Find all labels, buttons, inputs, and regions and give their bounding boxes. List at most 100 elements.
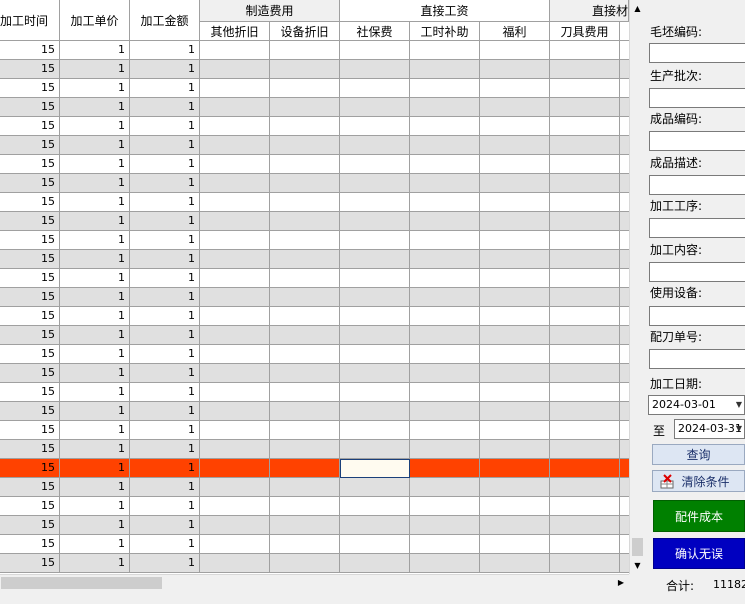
table-cell[interactable]: 15 <box>0 459 60 478</box>
table-row[interactable]: 15 1 1 <box>0 212 629 231</box>
table-cell[interactable] <box>550 345 620 364</box>
process-input[interactable] <box>649 218 745 238</box>
table-cell[interactable]: 1 <box>130 250 200 269</box>
table-cell[interactable] <box>480 497 550 516</box>
table-cell[interactable] <box>340 440 410 459</box>
table-cell[interactable] <box>620 174 629 193</box>
table-cell[interactable] <box>200 193 270 212</box>
table-cell[interactable] <box>480 117 550 136</box>
table-cell[interactable] <box>270 516 340 535</box>
table-cell[interactable] <box>620 155 629 174</box>
table-cell[interactable] <box>270 193 340 212</box>
table-cell[interactable] <box>480 345 550 364</box>
table-cell[interactable] <box>550 421 620 440</box>
table-cell[interactable] <box>410 212 480 231</box>
table-cell[interactable] <box>270 60 340 79</box>
table-cell[interactable]: 1 <box>130 383 200 402</box>
table-cell[interactable] <box>480 326 550 345</box>
table-cell[interactable]: 15 <box>0 60 60 79</box>
table-cell[interactable]: 15 <box>0 497 60 516</box>
table-cell[interactable] <box>340 250 410 269</box>
table-cell[interactable] <box>270 440 340 459</box>
table-cell[interactable] <box>550 231 620 250</box>
table-cell[interactable]: 1 <box>60 193 130 212</box>
table-row[interactable]: 15 1 1 <box>0 60 629 79</box>
table-cell[interactable] <box>480 421 550 440</box>
table-cell[interactable] <box>340 288 410 307</box>
table-cell[interactable]: 1 <box>130 307 200 326</box>
table-cell[interactable]: 1 <box>60 364 130 383</box>
data-grid[interactable]: 加工时间 加工单价 加工金额 制造费用 直接工资 直接材 其他折旧 设备折旧 社… <box>0 0 629 574</box>
product-desc-input[interactable] <box>649 175 745 195</box>
scroll-right-icon[interactable]: ▶ <box>613 575 629 590</box>
table-cell[interactable] <box>200 41 270 60</box>
table-cell[interactable] <box>620 364 629 383</box>
table-cell[interactable] <box>340 516 410 535</box>
table-row[interactable]: 15 1 1 <box>0 79 629 98</box>
table-cell[interactable]: 1 <box>130 269 200 288</box>
table-cell[interactable] <box>410 41 480 60</box>
table-cell[interactable]: 15 <box>0 345 60 364</box>
table-cell[interactable] <box>340 117 410 136</box>
table-cell[interactable] <box>550 402 620 421</box>
table-cell[interactable]: 1 <box>60 250 130 269</box>
table-cell[interactable] <box>550 478 620 497</box>
horizontal-scroll-thumb[interactable] <box>1 577 162 589</box>
table-cell[interactable] <box>620 231 629 250</box>
table-cell[interactable]: 1 <box>130 136 200 155</box>
table-cell[interactable]: 1 <box>130 497 200 516</box>
table-cell[interactable]: 15 <box>0 136 60 155</box>
table-cell[interactable]: 1 <box>130 535 200 554</box>
table-cell[interactable]: 15 <box>0 117 60 136</box>
table-cell[interactable]: 1 <box>130 326 200 345</box>
table-cell[interactable] <box>270 269 340 288</box>
table-cell[interactable] <box>340 497 410 516</box>
header-equipment-depreciation[interactable]: 设备折旧 <box>270 22 340 41</box>
table-cell[interactable]: 1 <box>60 421 130 440</box>
table-cell[interactable]: 1 <box>60 345 130 364</box>
table-cell[interactable] <box>620 383 629 402</box>
table-cell[interactable] <box>200 421 270 440</box>
table-cell[interactable] <box>410 554 480 573</box>
table-cell[interactable] <box>270 326 340 345</box>
table-cell[interactable] <box>200 155 270 174</box>
table-cell[interactable] <box>410 459 480 478</box>
table-cell[interactable]: 15 <box>0 440 60 459</box>
table-cell[interactable]: 1 <box>130 516 200 535</box>
table-cell[interactable] <box>270 345 340 364</box>
table-cell[interactable]: 15 <box>0 193 60 212</box>
table-cell[interactable] <box>410 326 480 345</box>
table-cell[interactable]: 1 <box>60 288 130 307</box>
table-cell[interactable] <box>270 41 340 60</box>
table-row[interactable]: 15 1 1 <box>0 345 629 364</box>
table-cell[interactable] <box>340 307 410 326</box>
table-cell[interactable] <box>340 79 410 98</box>
header-amount[interactable]: 加工金额 <box>130 0 200 41</box>
table-cell[interactable] <box>480 554 550 573</box>
table-row[interactable]: 15 1 1 <box>0 117 629 136</box>
chevron-down-icon[interactable]: ▼ <box>736 420 742 438</box>
table-cell[interactable]: 15 <box>0 421 60 440</box>
table-cell[interactable] <box>270 250 340 269</box>
table-cell[interactable] <box>550 174 620 193</box>
table-cell[interactable] <box>340 212 410 231</box>
table-row[interactable]: 15 1 1 <box>0 41 629 60</box>
table-cell[interactable] <box>340 421 410 440</box>
table-cell[interactable]: 1 <box>130 60 200 79</box>
table-cell[interactable] <box>550 326 620 345</box>
table-cell[interactable] <box>340 60 410 79</box>
table-cell[interactable] <box>550 383 620 402</box>
table-cell[interactable]: 1 <box>130 345 200 364</box>
vertical-scroll-thumb[interactable] <box>632 538 643 556</box>
table-cell[interactable] <box>200 459 270 478</box>
date-from-picker[interactable]: 2024-03-01 ▼ <box>648 395 745 415</box>
table-cell[interactable] <box>200 307 270 326</box>
table-cell[interactable]: 1 <box>130 421 200 440</box>
table-cell[interactable] <box>480 478 550 497</box>
table-cell[interactable] <box>200 117 270 136</box>
table-cell[interactable] <box>270 478 340 497</box>
table-cell[interactable] <box>410 383 480 402</box>
clear-conditions-button[interactable]: 清除条件 <box>652 470 745 492</box>
table-cell[interactable] <box>270 288 340 307</box>
table-cell[interactable] <box>410 364 480 383</box>
